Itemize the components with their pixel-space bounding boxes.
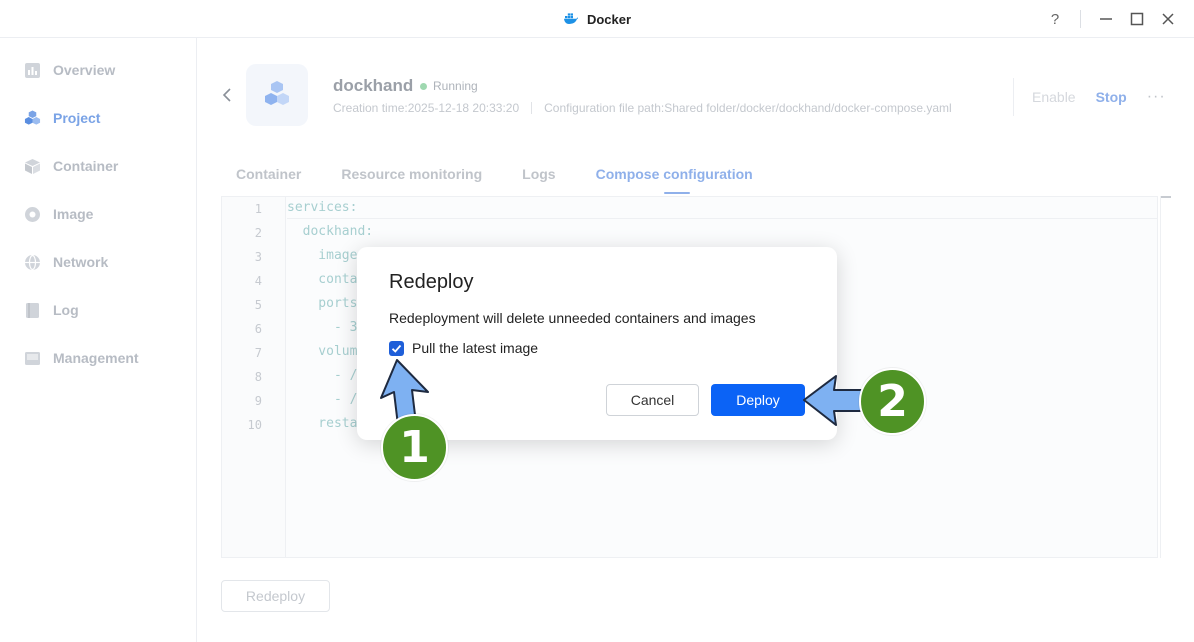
- pull-latest-image-option[interactable]: Pull the latest image: [389, 340, 538, 356]
- pull-latest-image-checkbox[interactable]: [389, 340, 404, 356]
- deploy-button[interactable]: Deploy: [711, 384, 805, 416]
- dialog-title: Redeploy: [389, 271, 474, 293]
- redeploy-dialog: Redeploy Redeployment will delete unneed…: [357, 247, 837, 440]
- checkbox-label: Pull the latest image: [412, 340, 539, 356]
- dialog-description: Redeployment will delete unneeded contai…: [389, 310, 756, 326]
- checkmark-icon: [391, 344, 402, 353]
- step-1-badge: 1: [381, 414, 448, 481]
- cancel-button[interactable]: Cancel: [606, 384, 699, 416]
- step-2-badge: 2: [859, 368, 926, 435]
